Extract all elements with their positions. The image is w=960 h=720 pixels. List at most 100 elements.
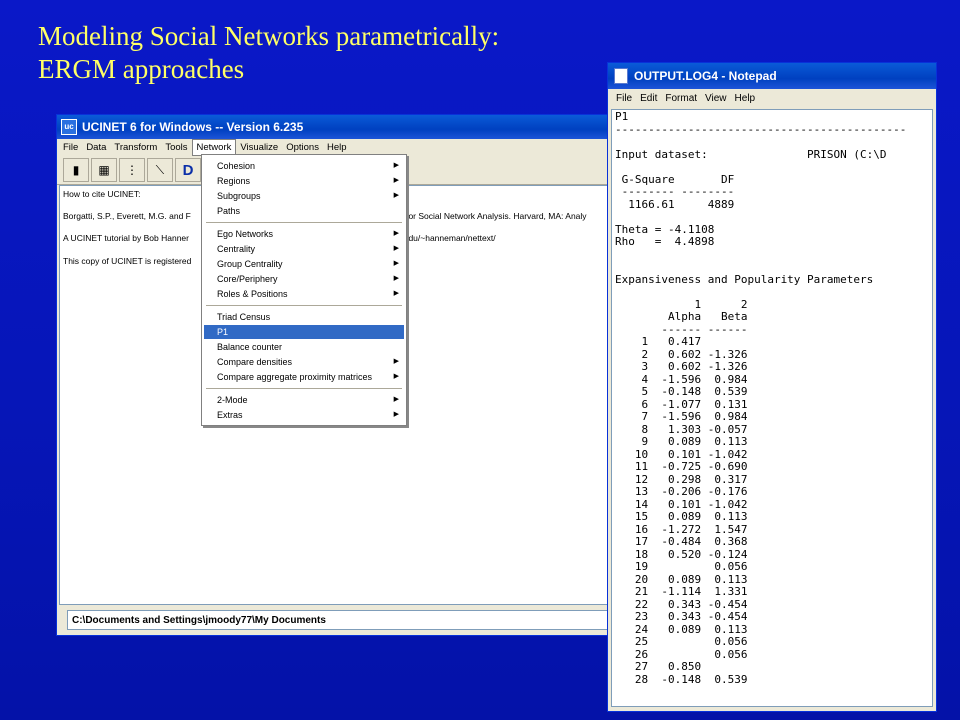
menu-item-extras[interactable]: Extras ▶ (204, 408, 404, 422)
ucinet-app-icon: uc (61, 119, 77, 135)
notepad-menubar: File Edit Format View Help (608, 89, 936, 107)
menu-item-label: Regions (217, 176, 251, 186)
submenu-arrow-icon: ▶ (393, 411, 399, 418)
submenu-arrow-icon: ▶ (393, 358, 399, 365)
text-line (615, 286, 932, 299)
menu-item-label: Compare aggregate proximity matrices (217, 372, 373, 382)
menu-separator (206, 222, 402, 223)
menu-item-label: Ego Networks (217, 229, 274, 239)
menu-item-centrality[interactable]: Centrality ▶ (204, 242, 404, 256)
menu-item-label: Roles & Positions (217, 289, 288, 299)
notepad-menu-format[interactable]: Format (661, 93, 701, 104)
menu-item-roles-positions[interactable]: Roles & Positions ▶ (204, 287, 404, 301)
menu-item-2-mode[interactable]: 2-Mode ▶ (204, 393, 404, 407)
menu-item-ego-networks[interactable]: Ego Networks ▶ (204, 227, 404, 241)
slide-title-line2: ERGM approaches (38, 54, 245, 84)
spreadsheet-icon[interactable]: ▦ (91, 158, 117, 182)
text-line: 3 0.602 -1.326 (615, 360, 748, 373)
submenu-arrow-icon: ▶ (393, 162, 399, 169)
text-line: 9 0.089 0.113 (615, 435, 748, 448)
text-line: ----------------------------------------… (615, 122, 907, 136)
text-line (615, 211, 932, 224)
submenu-arrow-icon: ▶ (393, 396, 399, 403)
matrix-editor-icon[interactable]: ⋮ (119, 158, 145, 182)
submenu-arrow-icon: ▶ (393, 290, 399, 297)
text-line (615, 161, 932, 174)
menu-transform[interactable]: Transform (110, 140, 161, 155)
menu-item-label: Centrality (217, 244, 256, 254)
menu-item-regions[interactable]: Regions ▶ (204, 174, 404, 188)
text-line: 23 0.343 -0.454 (615, 610, 748, 623)
menu-separator (206, 388, 402, 389)
menu-item-triad-census[interactable]: Triad Census (204, 310, 404, 324)
notepad-menu-view[interactable]: View (701, 93, 731, 104)
text-line: 11 -0.725 -0.690 (615, 460, 748, 473)
text-line: Input dataset: PRISON (C:\D (615, 147, 887, 161)
tutorial-line: A UCINET tutorial by Bob Hanner (63, 233, 189, 243)
menu-item-subgroups[interactable]: Subgroups ▶ (204, 189, 404, 203)
menu-options[interactable]: Options (282, 140, 323, 155)
menu-item-label: Cohesion (217, 161, 256, 171)
menu-data[interactable]: Data (82, 140, 110, 155)
text-line: 25 0.056 (615, 635, 748, 648)
menu-item-label: Balance counter (217, 342, 283, 352)
text-line: 19 0.056 (615, 560, 748, 573)
menu-tools[interactable]: Tools (161, 140, 191, 155)
ucinet-title: UCINET 6 for Windows -- Version 6.235 (82, 120, 304, 134)
notepad-titlebar[interactable]: OUTPUT.LOG4 - Notepad (608, 63, 936, 89)
network-dropdown-menu: Cohesion ▶ Regions ▶ Subgroups ▶ Paths Ego Netw… (201, 154, 407, 426)
notepad-menu-help[interactable]: Help (731, 93, 760, 104)
menu-item-balance-counter[interactable]: Balance counter (204, 340, 404, 354)
text-line (615, 249, 932, 262)
submenu-arrow-icon: ▶ (393, 177, 399, 184)
notepad-text-area[interactable]: P1 --------------------------------------… (611, 109, 933, 707)
text-line (615, 261, 932, 274)
notepad-app-icon (614, 68, 628, 84)
draw-pen-icon[interactable]: ⟍ (147, 158, 173, 182)
menu-item-label: Triad Census (217, 312, 271, 322)
menu-file[interactable]: File (59, 140, 82, 155)
menu-item-paths[interactable]: Paths (204, 204, 404, 218)
current-folder-field[interactable]: C:\Documents and Settings\jmoody77\My Do… (67, 610, 611, 630)
menu-item-compare-aggregate-proximity-matrices[interactable]: Compare aggregate proximity matrices ▶ (204, 370, 404, 384)
notepad-title: OUTPUT.LOG4 - Notepad (634, 69, 777, 83)
text-line: 1 0.417 (615, 335, 702, 348)
submenu-arrow-icon: ▶ (393, 230, 399, 237)
menu-item-core-periphery[interactable]: Core/Periphery ▶ (204, 272, 404, 286)
text-line: 13 -0.206 -0.176 (615, 485, 748, 498)
menu-item-label: Core/Periphery (217, 274, 278, 284)
slide-title: Modeling Social Networks parametrically:… (38, 20, 499, 86)
notepad-menu-file[interactable]: File (612, 93, 636, 104)
menu-item-label: 2-Mode (217, 395, 248, 405)
text-line: Expansiveness and Popularity Parameters (615, 272, 874, 286)
submenu-arrow-icon: ▶ (393, 275, 399, 282)
menu-item-p1[interactable]: P1 (204, 325, 404, 339)
text-line: 27 0.850 (615, 660, 702, 673)
d-button[interactable]: D (175, 158, 201, 182)
text-line: Rho = 4.4898 (615, 235, 715, 248)
slide-title-line1: Modeling Social Networks parametrically: (38, 21, 500, 51)
text-line: 7 -1.596 0.984 (615, 410, 748, 423)
registration-line: This copy of UCINET is registered (63, 256, 192, 266)
text-line: P1 (615, 110, 629, 123)
open-folder-icon[interactable]: ▮ (63, 158, 89, 182)
menu-item-cohesion[interactable]: Cohesion ▶ (204, 159, 404, 173)
menu-separator (206, 305, 402, 306)
text-line: 15 0.089 0.113 (615, 510, 748, 523)
menu-item-label: Group Centrality (217, 259, 283, 269)
cite-heading: How to cite UCINET: (63, 189, 141, 199)
tutorial-url-tail: r.edu/~hanneman/nettext/ (399, 233, 496, 243)
menu-visualize[interactable]: Visualize (236, 140, 282, 155)
text-line: 21 -1.114 1.331 (615, 585, 748, 598)
menu-item-group-centrality[interactable]: Group Centrality ▶ (204, 257, 404, 271)
menu-help[interactable]: Help (323, 140, 351, 155)
menu-item-label: Compare densities (217, 357, 293, 367)
notepad-window[interactable]: OUTPUT.LOG4 - Notepad File Edit Format View… (607, 62, 937, 712)
text-line: 1166.61 4889 (615, 197, 735, 211)
ucinet-titlebar[interactable]: uc UCINET 6 for Windows -- Version 6.235 (57, 115, 615, 139)
menu-item-compare-densities[interactable]: Compare densities ▶ (204, 355, 404, 369)
text-line (615, 136, 932, 149)
cite-title-tail: e for Social Network Analysis. Harvard, … (399, 211, 587, 221)
submenu-arrow-icon: ▶ (393, 245, 399, 252)
notepad-menu-edit[interactable]: Edit (636, 93, 661, 104)
